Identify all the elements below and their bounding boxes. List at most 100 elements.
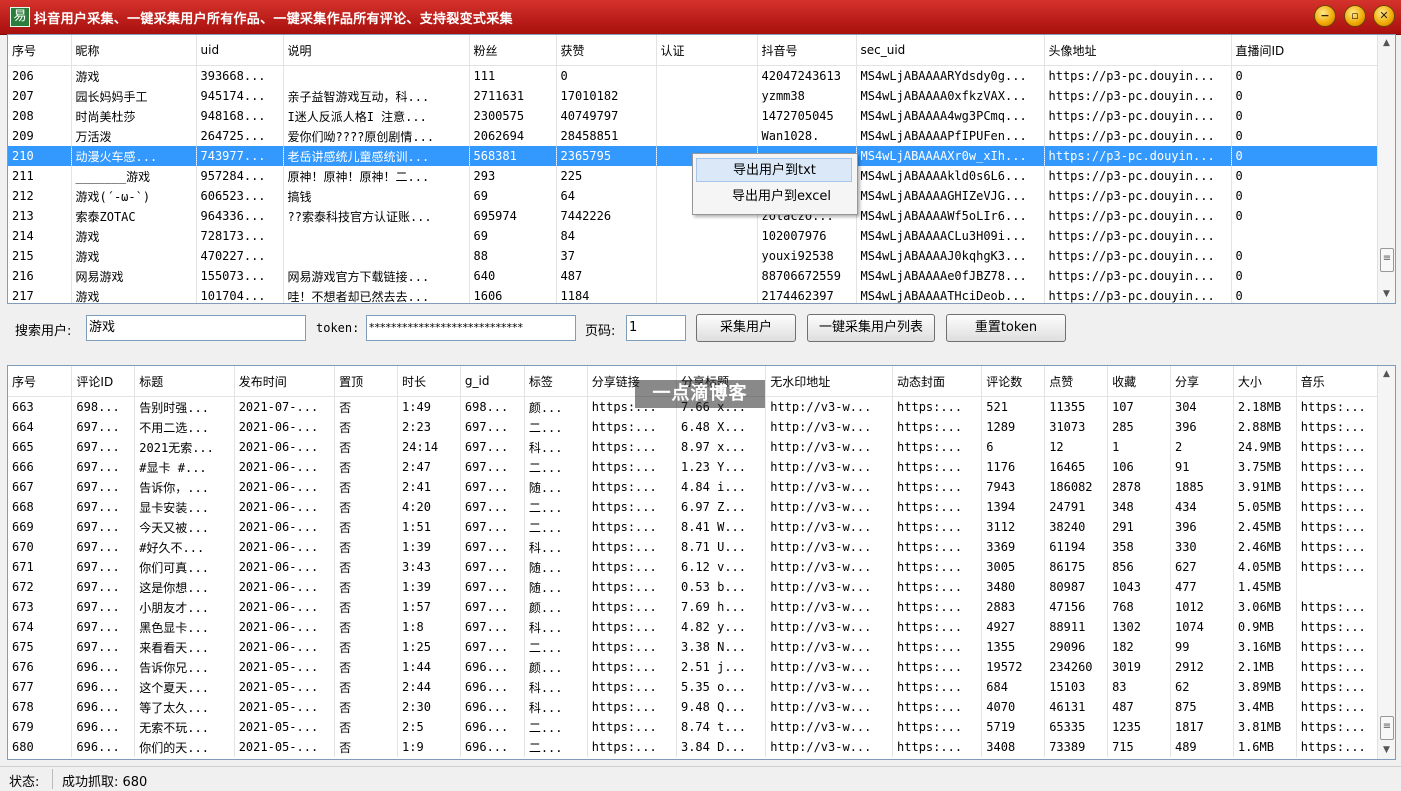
- export-txt-menu-item[interactable]: 导出用户到txt: [696, 158, 852, 182]
- table-cell: 489: [1170, 737, 1234, 757]
- scroll-down-icon[interactable]: ▼: [1378, 286, 1395, 303]
- table-row[interactable]: 216 网易游戏 155073... 网易游戏官方下载链接... 640 487 88706…: [8, 266, 1379, 286]
- table-cell: 8.71 U...: [676, 537, 767, 557]
- table-cell: 2174462397: [757, 286, 857, 303]
- table-cell: 3112: [981, 517, 1046, 537]
- table-row[interactable]: 669 697... 今天又被... 2021-06-... 否 1:51 697... 二.…: [8, 517, 1379, 537]
- table-row[interactable]: 665 697... 2021无索... 2021-06-... 否 24:14 697..…: [8, 437, 1379, 457]
- table-cell: 游戏: [71, 246, 197, 266]
- table-cell: 6: [981, 437, 1046, 457]
- column-header[interactable]: 头像地址: [1044, 35, 1232, 66]
- table-row[interactable]: 671 697... 你们可真... 2021-06-... 否 3:43 697... 随.…: [8, 557, 1379, 577]
- column-header[interactable]: 发布时间: [234, 366, 336, 397]
- table-cell: 2.88MB: [1233, 417, 1297, 437]
- table-cell: 4.84 i...: [676, 477, 767, 497]
- column-header[interactable]: 评论数: [981, 366, 1046, 397]
- column-header[interactable]: 直播间ID: [1231, 35, 1379, 66]
- column-header[interactable]: g_id: [460, 366, 525, 397]
- table-row[interactable]: 680 696... 你们的天... 2021-05-... 否 1:9 696... 二..…: [8, 737, 1379, 757]
- table-cell: 24791: [1044, 497, 1109, 517]
- table-row[interactable]: 209 万活泼 264725... 爱你们呦????原创剧情... 2062694 284…: [8, 126, 1379, 146]
- table-row[interactable]: 676 696... 告诉你兄... 2021-05-... 否 1:44 696... 颜.…: [8, 657, 1379, 677]
- column-header[interactable]: 点赞: [1044, 366, 1109, 397]
- column-header[interactable]: 抖音号: [757, 35, 857, 66]
- export-excel-menu-item[interactable]: 导出用户到excel: [696, 185, 852, 209]
- table-cell: 4927: [981, 617, 1046, 637]
- table-row[interactable]: 675 697... 来看看天... 2021-06-... 否 1:25 697... 二.…: [8, 637, 1379, 657]
- column-header[interactable]: 置顶: [334, 366, 399, 397]
- column-header[interactable]: uid: [196, 35, 284, 66]
- column-header[interactable]: 序号: [8, 35, 72, 66]
- maximize-button[interactable]: ▫: [1344, 5, 1366, 27]
- table-row[interactable]: 206 游戏 393668... 111 0 42047243613 MS4wLjABAAA…: [8, 65, 1379, 86]
- table-row[interactable]: 670 697... #好久不... 2021-06-... 否 1:39 697... 科.…: [8, 537, 1379, 557]
- table-row[interactable]: 677 696... 这个夏天... 2021-05-... 否 2:44 696... 科.…: [8, 677, 1379, 697]
- scroll-down-icon[interactable]: ▼: [1378, 742, 1395, 759]
- column-header[interactable]: 昵称: [71, 35, 197, 66]
- table-row[interactable]: 215 游戏 470227... 88 37 youxi92538 MS4wLjABAAAA…: [8, 246, 1379, 266]
- search-user-input[interactable]: 游戏: [86, 315, 306, 341]
- page-input[interactable]: 1: [626, 315, 686, 341]
- table-cell: 664: [8, 417, 73, 437]
- table-cell: 0: [1231, 86, 1379, 106]
- table-cell: 669: [8, 517, 73, 537]
- column-header[interactable]: 标签: [524, 366, 588, 397]
- column-header[interactable]: 标题: [134, 366, 235, 397]
- table-cell: https:...: [587, 717, 677, 737]
- column-header[interactable]: 时长: [397, 366, 461, 397]
- table-row[interactable]: 679 696... 无索不玩... 2021-05-... 否 2:5 696... 二..…: [8, 717, 1379, 737]
- table-cell: 2021-06-...: [234, 517, 336, 537]
- table-row[interactable]: 217 游戏 101704... 哇！不想者却已然去去... 1606 1184 21744…: [8, 286, 1379, 303]
- table-row[interactable]: 673 697... 小朋友才... 2021-06-... 否 1:57 697... 颜.…: [8, 597, 1379, 617]
- table-row[interactable]: 678 696... 等了太久... 2021-05-... 否 2:30 696... 科.…: [8, 697, 1379, 717]
- page-label: 页码:: [585, 324, 616, 339]
- table-cell: https:...: [892, 417, 983, 437]
- table-row[interactable]: 214 游戏 728173... 69 84 102007976 MS4wLjABAAAAC…: [8, 226, 1379, 246]
- column-header[interactable]: 无水印地址: [765, 366, 894, 397]
- column-header[interactable]: 收藏: [1107, 366, 1171, 397]
- column-header[interactable]: 音乐: [1296, 366, 1379, 397]
- table-cell: 697...: [71, 557, 136, 577]
- table-row[interactable]: 674 697... 黑色显卡... 2021-06-... 否 1:8 697... 科..…: [8, 617, 1379, 637]
- table-row[interactable]: 664 697... 不用二选... 2021-06-... 否 2:23 697... 二.…: [8, 417, 1379, 437]
- table-row[interactable]: 667 697... 告诉你，... 2021-06-... 否 2:41 697... 随.…: [8, 477, 1379, 497]
- table-cell: 291: [1107, 517, 1171, 537]
- table-cell: 游戏(´-ω-`): [71, 186, 197, 206]
- minimize-button[interactable]: −: [1314, 5, 1336, 27]
- table-cell: 1355: [981, 637, 1046, 657]
- scroll-up-icon[interactable]: ▲: [1378, 35, 1395, 52]
- table-row[interactable]: 672 697... 这是你想... 2021-06-... 否 1:39 697... 随.…: [8, 577, 1379, 597]
- table-row[interactable]: 666 697... #显卡 #... 2021-06-... 否 2:47 697... 二…: [8, 457, 1379, 477]
- user-table-scrollbar[interactable]: ▲ ≡ ▼: [1377, 35, 1395, 303]
- column-header[interactable]: 大小: [1233, 366, 1297, 397]
- table-cell: 768: [1107, 597, 1171, 617]
- close-button[interactable]: ✕: [1373, 5, 1395, 27]
- works-table-scrollbar[interactable]: ▲ ≡ ▼: [1377, 366, 1395, 759]
- table-cell: 1012: [1170, 597, 1234, 617]
- table-cell: 无索不玩...: [134, 717, 235, 737]
- token-input[interactable]: ****************************: [366, 315, 576, 341]
- column-header[interactable]: 认证: [656, 35, 758, 66]
- collect-users-button[interactable]: 采集用户: [696, 314, 796, 342]
- table-row[interactable]: 207 园长妈妈手工 945174... 亲子益智游戏互动，科... 2711631 17…: [8, 86, 1379, 106]
- scroll-thumb[interactable]: ≡: [1380, 716, 1394, 740]
- column-header[interactable]: 序号: [8, 366, 73, 397]
- column-header[interactable]: 说明: [283, 35, 470, 66]
- table-cell: 698...: [460, 396, 525, 417]
- column-header[interactable]: 获赞: [556, 35, 657, 66]
- column-header[interactable]: 评论ID: [71, 366, 136, 397]
- scroll-thumb[interactable]: ≡: [1380, 248, 1394, 272]
- reset-token-button[interactable]: 重置token: [946, 314, 1066, 342]
- column-header[interactable]: 分享: [1170, 366, 1234, 397]
- table-row[interactable]: 668 697... 显卡安装... 2021-06-... 否 4:20 697... 二.…: [8, 497, 1379, 517]
- column-header[interactable]: 粉丝: [469, 35, 557, 66]
- collect-user-list-button[interactable]: 一键采集用户列表: [807, 314, 935, 342]
- column-header[interactable]: sec_uid: [856, 35, 1045, 66]
- table-cell: 696...: [460, 657, 525, 677]
- table-row[interactable]: 208 时尚美杜莎 948168... I迷人反派人格I 注意... 2300575 40…: [8, 106, 1379, 126]
- table-cell: 告诉你兄...: [134, 657, 235, 677]
- table-cell: 696...: [460, 717, 525, 737]
- column-header[interactable]: 动态封面: [892, 366, 983, 397]
- table-cell: 2.45MB: [1233, 517, 1297, 537]
- scroll-up-icon[interactable]: ▲: [1378, 366, 1395, 383]
